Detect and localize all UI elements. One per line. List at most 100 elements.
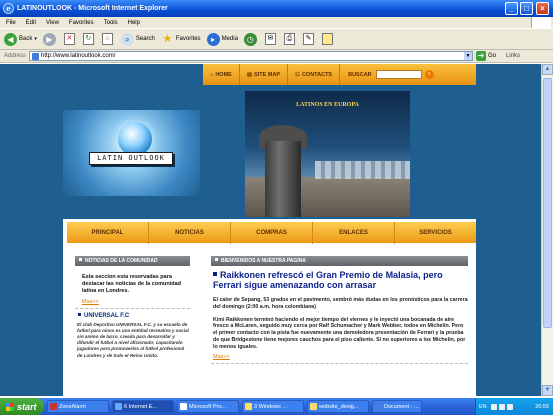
task-label: 6 Internet E...: [124, 403, 158, 410]
mainnav-principal[interactable]: PRINCIPAL: [67, 221, 149, 244]
mainnav-noticias[interactable]: NOTICIAS: [149, 221, 231, 244]
go-arrow-icon: ➔: [476, 51, 487, 61]
website-container: ⌂ HOME ▤ SITE MAP ☷ CONTACTS BUSCAR › LA…: [63, 64, 476, 396]
history-icon: ◷: [243, 32, 257, 46]
site-logo[interactable]: LATIN OUTLOOK: [63, 110, 200, 196]
mail-button[interactable]: ✉: [264, 33, 278, 45]
address-url: http://www.latinoutlook.com/: [41, 53, 116, 59]
vertical-scrollbar[interactable]: ▲ ▼: [541, 64, 553, 396]
nav-contacts-label: CONTACTS: [301, 71, 333, 78]
window-titlebar[interactable]: e LATINOUTLOOK - Microsoft Internet Expl…: [0, 0, 553, 17]
close-button[interactable]: ×: [536, 2, 549, 15]
address-label: Address: [4, 53, 27, 59]
community-more-link[interactable]: Mas>>: [75, 299, 190, 305]
tray-icon[interactable]: [498, 403, 505, 410]
tray-icon[interactable]: [490, 403, 497, 410]
word-icon: [375, 403, 382, 410]
edit-icon: ✎: [302, 33, 314, 45]
search-label: Search: [135, 36, 155, 42]
scroll-thumb[interactable]: [543, 78, 552, 328]
menu-edit[interactable]: Edit: [26, 20, 36, 26]
bullet-icon: [215, 258, 218, 261]
forward-button[interactable]: ▶: [42, 32, 58, 46]
task-internet-explorer[interactable]: 6 Internet E...: [112, 400, 174, 413]
refresh-button[interactable]: ↻: [82, 33, 96, 45]
windows-logo-icon: [531, 17, 551, 28]
home-icon: ⌂: [101, 33, 113, 45]
main-navigation: PRINCIPAL NOTICIAS COMPRAS ENLACES SERVI…: [67, 221, 476, 244]
site-search-input[interactable]: [375, 70, 422, 79]
nav-home-label: HOME: [215, 71, 232, 78]
task-zonealarm[interactable]: ZoneAlarm: [47, 400, 109, 413]
address-dropdown-icon[interactable]: ▼: [464, 52, 473, 60]
task-microsoft-project[interactable]: Microsoft Pro...: [177, 400, 239, 413]
search-button[interactable]: ⌕ Search: [120, 32, 155, 46]
divider: [75, 307, 190, 309]
address-input[interactable]: http://www.latinoutlook.com/ ▼: [29, 51, 474, 61]
scroll-down-icon[interactable]: ▼: [542, 385, 553, 396]
mail-icon: ✉: [264, 33, 276, 45]
menu-file[interactable]: File: [6, 20, 16, 26]
scroll-up-icon[interactable]: ▲: [542, 64, 553, 75]
page-icon: [32, 52, 40, 60]
windows-flag-icon: [6, 402, 14, 411]
community-news-column: NOTICIAS DE LA COMUNIDAD Esta seccion es…: [75, 256, 190, 396]
news-more-link[interactable]: Mas>>: [211, 354, 468, 360]
back-label: Back: [19, 36, 33, 42]
task-label: 3 Windows ...: [254, 403, 288, 410]
forward-arrow-icon: ▶: [42, 32, 56, 46]
task-windows-explorer[interactable]: 3 Windows ...: [242, 400, 304, 413]
universal-fc-title[interactable]: UNIVERSAL F.C: [75, 312, 190, 319]
mainnav-servicios[interactable]: SERVICIOS: [395, 222, 476, 244]
news-headline[interactable]: Raikkonen refrescó el Gran Premio de Mal…: [211, 270, 468, 290]
language-indicator[interactable]: EN: [479, 404, 487, 410]
welcome-column: BIENVENIDOS A NUESTRA PAGINA Raikkonen r…: [211, 256, 468, 396]
search-go-button[interactable]: ›: [424, 70, 434, 79]
ie-logo-icon: e: [3, 3, 14, 14]
task-document[interactable]: Document - ...: [372, 400, 422, 413]
folder-icon: [245, 403, 252, 410]
nav-contacts[interactable]: ☷ CONTACTS: [288, 64, 341, 85]
favorites-label: Favorites: [175, 36, 201, 42]
taskbar: start ZoneAlarm 6 Internet E... Microsof…: [0, 398, 553, 415]
star-icon: ★: [162, 32, 173, 45]
favorites-button[interactable]: ★ Favorites: [161, 32, 201, 46]
folder-icon: [321, 33, 333, 45]
project-icon: [180, 403, 187, 410]
menu-favorites[interactable]: Favorites: [69, 20, 94, 26]
back-button[interactable]: ◀ Back ▾: [4, 32, 37, 46]
go-button[interactable]: ➔ Go: [476, 51, 496, 61]
print-button[interactable]: ⎙: [283, 33, 297, 45]
maximize-button[interactable]: □: [520, 2, 533, 15]
globe-icon: [118, 122, 152, 156]
minimize-button[interactable]: _: [505, 2, 518, 15]
nav-home[interactable]: ⌂ HOME: [203, 64, 240, 85]
task-website-design[interactable]: website_desig...: [307, 400, 369, 413]
photo-city: [315, 161, 410, 179]
menu-help[interactable]: Help: [128, 20, 140, 26]
menu-view[interactable]: View: [46, 20, 59, 26]
system-tray: EN 20:55: [475, 398, 553, 415]
mainnav-compras[interactable]: COMPRAS: [231, 221, 313, 244]
go-label: Go: [488, 53, 497, 59]
messenger-button[interactable]: [321, 33, 335, 45]
home-button[interactable]: ⌂: [101, 33, 115, 45]
edit-button[interactable]: ✎: [302, 33, 316, 45]
nav-sitemap[interactable]: ▤ SITE MAP: [240, 64, 289, 85]
stop-icon: ✕: [63, 33, 75, 45]
links-button[interactable]: Links: [506, 53, 520, 59]
tray-icon[interactable]: [506, 403, 513, 410]
search-icon: ⌕: [120, 32, 134, 46]
home-icon: ⌂: [210, 71, 214, 78]
start-button[interactable]: start: [0, 398, 44, 415]
print-icon: ⎙: [283, 33, 295, 45]
news-headline-text: Raikkonen refrescó el Gran Premio de Mal…: [213, 270, 443, 290]
folder-icon: [310, 403, 317, 410]
menu-tools[interactable]: Tools: [104, 20, 118, 26]
media-button[interactable]: ▸ Media: [206, 32, 238, 46]
universal-fc-label: UNIVERSAL F.C: [84, 312, 130, 319]
mainnav-enlaces[interactable]: ENLACES: [313, 221, 395, 244]
stop-button[interactable]: ✕: [63, 33, 77, 45]
media-icon: ▸: [206, 32, 220, 46]
history-button[interactable]: ◷: [243, 32, 259, 46]
